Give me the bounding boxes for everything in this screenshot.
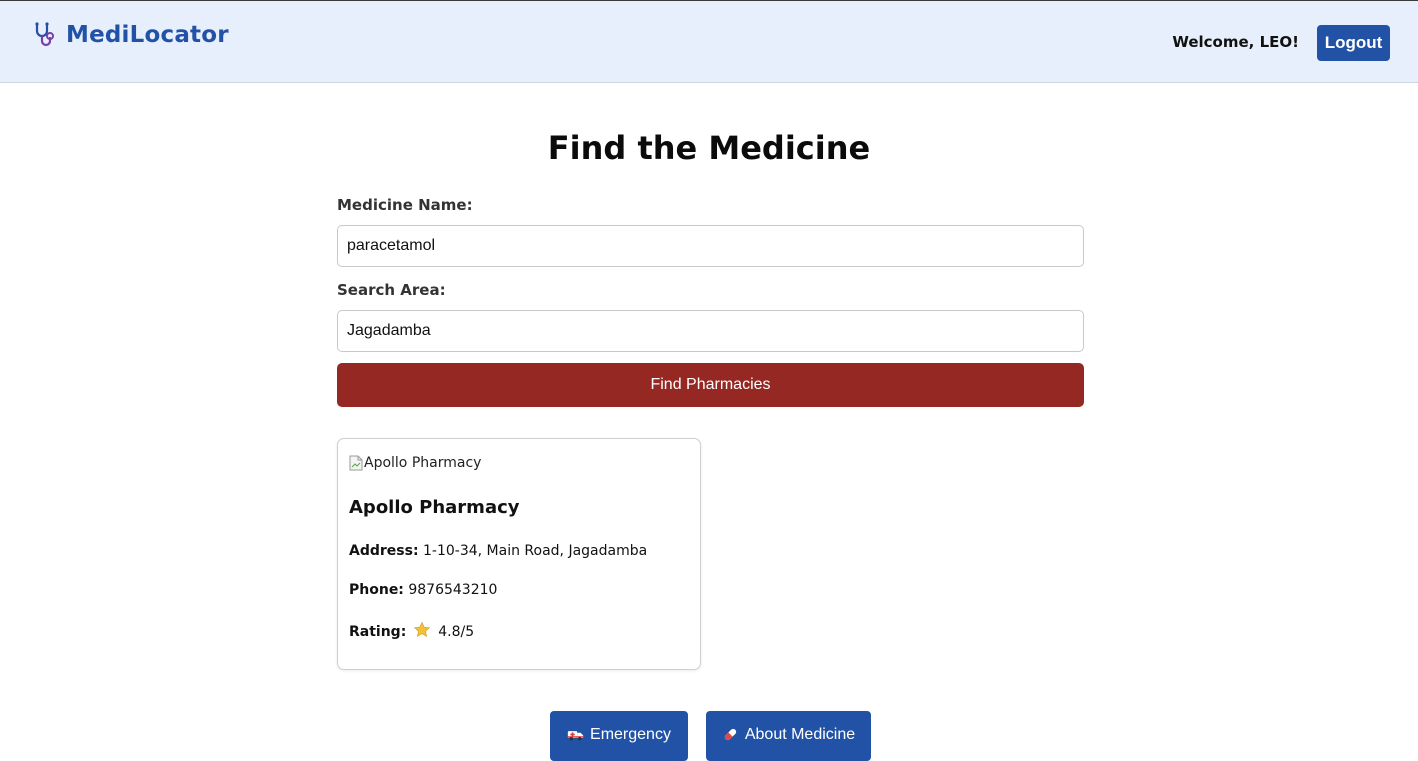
pill-icon [724, 728, 737, 741]
broken-image-icon [349, 455, 363, 471]
page-title: Find the Medicine [547, 129, 871, 167]
address-label: Address: [349, 543, 419, 559]
about-medicine-button[interactable]: About Medicine [706, 711, 871, 761]
brand[interactable]: MediLocator [32, 21, 229, 49]
emergency-label: Emergency [590, 725, 671, 743]
rating-label: Rating: [349, 624, 407, 640]
pharmacy-name: Apollo Pharmacy [349, 497, 520, 518]
phone-value: 9876543210 [408, 582, 498, 598]
pharmacy-phone: Phone: 9876543210 [349, 582, 497, 598]
medicine-name-input[interactable] [337, 225, 1084, 267]
phone-label: Phone: [349, 582, 404, 598]
app-name: MediLocator [66, 22, 229, 48]
find-pharmacies-button[interactable]: Find Pharmacies [337, 363, 1084, 407]
logout-button[interactable]: Logout [1317, 25, 1390, 61]
search-area-label: Search Area: [337, 281, 446, 299]
welcome-text: Welcome, LEO! [1172, 33, 1299, 51]
pharmacy-rating: Rating: 4.8/5 [349, 621, 474, 640]
stethoscope-icon [35, 22, 54, 47]
ambulance-icon [567, 731, 584, 741]
emergency-button[interactable]: Emergency [550, 711, 688, 761]
pharmacy-image: Apollo Pharmacy [349, 455, 481, 471]
medicine-name-label: Medicine Name: [337, 196, 473, 214]
rating-value: 4.8/5 [438, 624, 475, 640]
about-medicine-label: About Medicine [744, 725, 856, 743]
star-icon [413, 621, 431, 638]
pharmacy-image-alt: Apollo Pharmacy [364, 455, 482, 471]
address-value: 1-10-34, Main Road, Jagadamba [423, 543, 648, 559]
search-area-input[interactable] [337, 310, 1084, 352]
pharmacy-card: Apollo Pharmacy Apollo Pharmacy Address:… [337, 438, 701, 670]
pharmacy-address: Address: 1-10-34, Main Road, Jagadamba [349, 543, 647, 559]
top-navbar: MediLocator Welcome, LEO! Logout [0, 0, 1418, 83]
